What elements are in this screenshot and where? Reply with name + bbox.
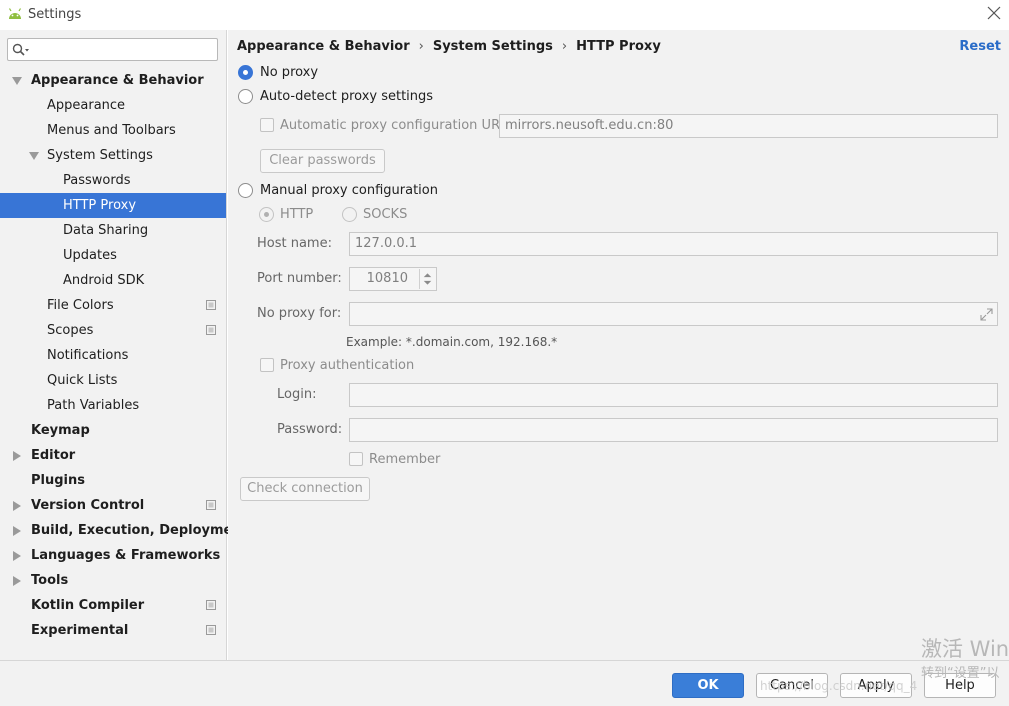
socks-radio[interactable]: [342, 207, 357, 222]
tree-item-menus-toolbars[interactable]: Menus and Toolbars: [0, 118, 226, 143]
proxy-authentication-label: Proxy authentication: [280, 358, 415, 373]
port-number-stepper[interactable]: 10810: [349, 267, 437, 291]
expand-arrow-icon[interactable]: [13, 526, 21, 536]
tree-item-passwords[interactable]: Passwords: [0, 168, 226, 193]
breadcrumb-separator: ›: [418, 39, 424, 54]
no-proxy-for-label: No proxy for:: [257, 306, 342, 321]
tree-item-experimental[interactable]: Experimental: [0, 618, 226, 643]
tree-item-keymap[interactable]: Keymap: [0, 418, 226, 443]
port-number-label: Port number:: [257, 271, 342, 286]
auto-config-url-field[interactable]: mirrors.neusoft.edu.cn:80: [499, 114, 998, 138]
android-icon: [8, 8, 22, 19]
tree-item-appearance-behavior[interactable]: Appearance & Behavior: [0, 68, 226, 93]
manual-proxy-radio[interactable]: [238, 183, 253, 198]
port-number-value: 10810: [366, 271, 408, 286]
http-radio[interactable]: [259, 207, 274, 222]
auto-config-url-label: Automatic proxy configuration URL:: [280, 118, 512, 133]
tree-item-editor[interactable]: Editor: [0, 443, 226, 468]
manual-proxy-label[interactable]: Manual proxy configuration: [260, 183, 438, 198]
expand-arrow-icon[interactable]: [13, 451, 21, 461]
tree-item-build-execution-deployment[interactable]: Build, Execution, Deployment: [0, 518, 248, 543]
no-proxy-for-field[interactable]: [349, 302, 998, 326]
tree-item-plugins[interactable]: Plugins: [0, 468, 226, 493]
project-scope-icon: [206, 500, 216, 510]
breadcrumb: Appearance & Behavior › System Settings › HT…: [237, 39, 661, 54]
breadcrumb-item: System Settings: [432, 39, 553, 54]
login-label: Login:: [277, 387, 317, 402]
clear-passwords-button[interactable]: Clear passwords: [260, 149, 385, 173]
breadcrumb-item: HTTP Proxy: [576, 39, 661, 54]
breadcrumb-separator: ›: [561, 39, 568, 54]
host-name-field[interactable]: 127.0.0.1: [349, 232, 998, 256]
auto-detect-radio[interactable]: [238, 89, 253, 104]
collapse-arrow-icon[interactable]: [12, 77, 22, 85]
expand-arrow-icon[interactable]: [13, 551, 21, 561]
tree-item-scopes[interactable]: Scopes: [0, 318, 226, 343]
project-scope-icon: [206, 325, 216, 335]
tree-item-file-colors[interactable]: File Colors: [0, 293, 226, 318]
tree-item-system-settings[interactable]: System Settings: [0, 143, 226, 168]
expand-arrow-icon[interactable]: [13, 501, 21, 511]
title-bar: Settings: [0, 0, 1009, 30]
spinner-arrows-icon[interactable]: [419, 269, 435, 289]
tree-item-version-control[interactable]: Version Control: [0, 493, 226, 518]
search-input[interactable]: [7, 38, 218, 61]
check-connection-button[interactable]: Check connection: [240, 477, 370, 501]
settings-sidebar: Appearance & Behavior Appearance Menus a…: [0, 30, 248, 660]
remember-label: Remember: [369, 452, 441, 467]
tree-item-languages-frameworks[interactable]: Languages & Frameworks: [0, 543, 226, 568]
tree-item-appearance[interactable]: Appearance: [0, 93, 226, 118]
password-label: Password:: [277, 422, 343, 437]
example-text: Example: *.domain.com, 192.168.*: [346, 335, 558, 349]
reset-link[interactable]: Reset: [959, 39, 1001, 54]
url-watermark: https://blog.csdn.net/qq_4: [760, 679, 918, 693]
password-field[interactable]: [349, 418, 998, 442]
project-scope-icon: [206, 600, 216, 610]
remember-checkbox[interactable]: [349, 452, 363, 466]
http-proxy-panel: Appearance & Behavior › System Settings › HT…: [228, 30, 1009, 660]
window-title: Settings: [28, 7, 82, 22]
project-scope-icon: [206, 300, 216, 310]
breadcrumb-item: Appearance & Behavior: [237, 39, 410, 54]
expand-arrow-icon[interactable]: [13, 576, 21, 586]
expand-icon[interactable]: [980, 308, 993, 321]
tree-item-http-proxy[interactable]: HTTP Proxy: [0, 193, 226, 218]
tree-item-tools[interactable]: Tools: [0, 568, 226, 593]
auto-config-url-checkbox[interactable]: [260, 118, 274, 132]
no-proxy-radio[interactable]: [238, 65, 253, 80]
search-icon: [12, 43, 29, 56]
tree-item-quick-lists[interactable]: Quick Lists: [0, 368, 226, 393]
login-field[interactable]: [349, 383, 998, 407]
tree-item-android-sdk[interactable]: Android SDK: [0, 268, 226, 293]
project-scope-icon: [206, 625, 216, 635]
tree-item-notifications[interactable]: Notifications: [0, 343, 226, 368]
http-label: HTTP: [280, 207, 314, 222]
collapse-arrow-icon[interactable]: [29, 152, 39, 160]
auto-detect-label[interactable]: Auto-detect proxy settings: [260, 89, 433, 104]
ok-button[interactable]: OK: [672, 673, 744, 698]
tree-item-updates[interactable]: Updates: [0, 243, 226, 268]
tree-item-path-variables[interactable]: Path Variables: [0, 393, 226, 418]
proxy-authentication-checkbox[interactable]: [260, 358, 274, 372]
socks-label: SOCKS: [363, 207, 408, 222]
windows-activation-subtext: 转到“设置”以: [921, 666, 1000, 681]
tree-item-kotlin-compiler[interactable]: Kotlin Compiler: [0, 593, 226, 618]
windows-activation-text: 激活 Wind: [921, 637, 1009, 661]
tree-item-data-sharing[interactable]: Data Sharing: [0, 218, 226, 243]
close-icon[interactable]: [987, 6, 1001, 20]
no-proxy-label[interactable]: No proxy: [260, 65, 318, 80]
host-name-label: Host name:: [257, 236, 332, 251]
